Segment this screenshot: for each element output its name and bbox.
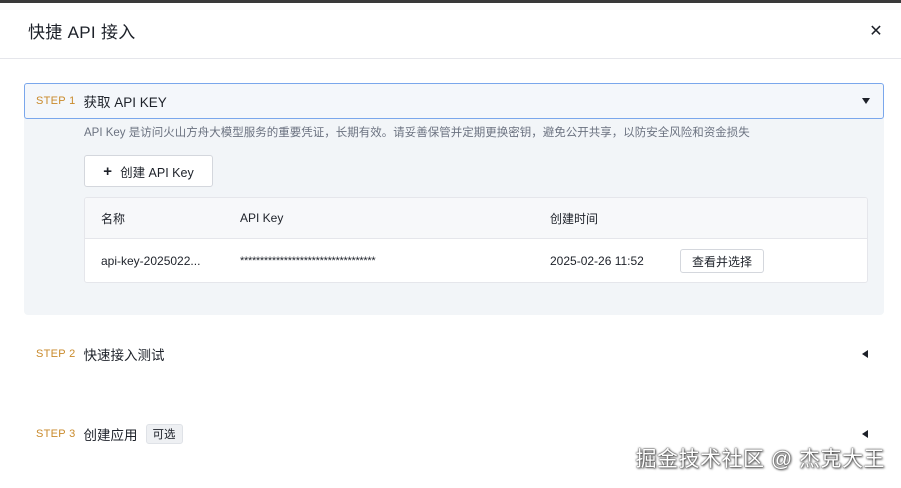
header-created-time: 创建时间 — [550, 211, 599, 226]
step1-title: 获取 API KEY — [83, 95, 167, 110]
row-masked-key: ********************************** — [240, 255, 376, 267]
optional-badge: 可选 — [145, 424, 183, 444]
row-key-cell: ********************************** — [240, 239, 520, 282]
step1-panel: STEP 1 获取 API KEY API Key 是访问火山方舟大模型服务的重… — [24, 83, 884, 315]
row-name: api-key-2025022... — [101, 254, 201, 268]
table-row: api-key-2025022... *********************… — [85, 239, 867, 282]
step1-tag: STEP 1 — [36, 95, 76, 107]
step1-header[interactable]: STEP 1 获取 API KEY — [24, 83, 884, 119]
step3-title: 创建应用 — [83, 428, 138, 443]
table-header: 名称 API Key 创建时间 — [85, 198, 867, 239]
create-api-key-label: 创建 API Key — [120, 165, 194, 180]
close-icon[interactable]: ✕ — [867, 23, 885, 41]
caret-left-icon[interactable] — [862, 430, 868, 438]
header-name: 名称 — [101, 211, 126, 226]
caret-down-icon[interactable] — [862, 98, 870, 104]
watermark: 掘金技术社区 @ 杰克大王 — [635, 448, 885, 471]
step2-tag: STEP 2 — [36, 348, 76, 360]
plus-icon: + — [103, 162, 113, 180]
api-key-table: 名称 API Key 创建时间 api-key-2025022... *****… — [84, 197, 868, 283]
row-action-cell: 查看并选择 — [680, 239, 765, 282]
row-name-cell: api-key-2025022... — [101, 239, 219, 282]
step2-header[interactable]: STEP 2 快速接入测试 — [24, 339, 884, 369]
create-api-key-button[interactable]: + 创建 API Key — [84, 155, 213, 187]
header-api-key: API Key — [240, 211, 284, 225]
quick-api-modal: 快捷 API 接入 ✕ STEP 1 获取 API KEY API Key 是访… — [0, 3, 901, 488]
modal-header: 快捷 API 接入 ✕ — [0, 3, 901, 59]
row-created-time: 2025-02-26 11:52 — [550, 254, 644, 268]
view-and-select-button[interactable]: 查看并选择 — [680, 249, 765, 273]
modal-title: 快捷 API 接入 — [28, 23, 136, 42]
step1-description: API Key 是访问火山方舟大模型服务的重要凭证，长期有效。请妥善保管并定期更… — [84, 127, 750, 139]
caret-left-icon[interactable] — [862, 350, 868, 358]
step2-title: 快速接入测试 — [83, 348, 165, 363]
step3-tag: STEP 3 — [36, 428, 76, 440]
